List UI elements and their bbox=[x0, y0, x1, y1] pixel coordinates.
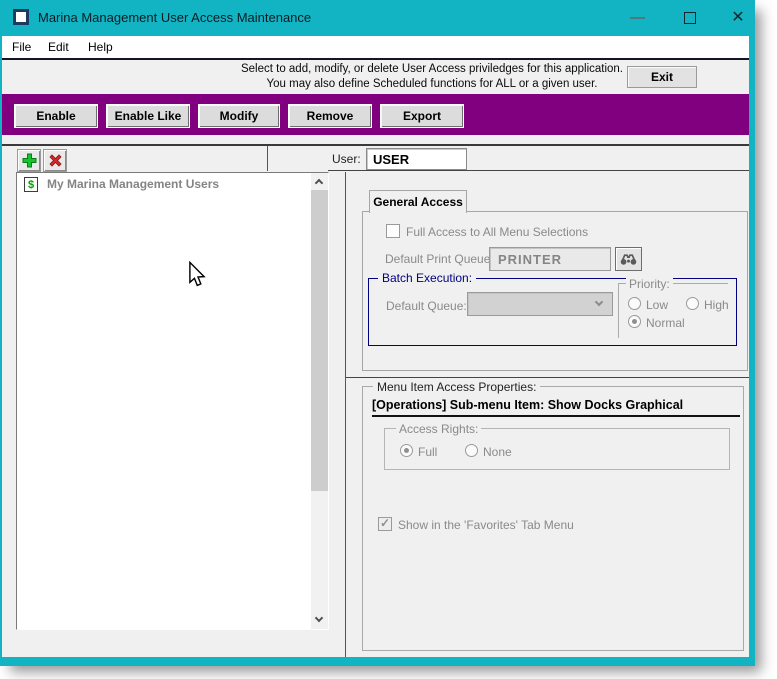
print-queue-field[interactable] bbox=[489, 247, 611, 271]
priority-normal-label: Normal bbox=[646, 316, 685, 330]
menu-file[interactable]: File bbox=[12, 36, 31, 58]
tree-item: $ My Marina Management Users bbox=[17, 176, 311, 194]
tree-item-label[interactable]: My Marina Management Users bbox=[47, 177, 219, 191]
binoculars-icon bbox=[620, 254, 637, 265]
titlebar[interactable]: Marina Management User Access Maintenanc… bbox=[0, 0, 755, 36]
app-icon bbox=[13, 9, 29, 25]
instruction-header: Select to add, modify, or delete User Ac… bbox=[2, 60, 749, 94]
user-tree: $ My Marina Management Users bbox=[16, 172, 329, 630]
priority-label: Priority: bbox=[626, 277, 673, 291]
header-underline bbox=[372, 415, 740, 417]
default-queue-dropdown[interactable] bbox=[467, 292, 613, 316]
full-access-checkbox[interactable]: ✓ bbox=[386, 224, 400, 238]
menu-bar: File Edit Help bbox=[2, 36, 749, 58]
screen: Marina Management User Access Maintenanc… bbox=[0, 0, 777, 679]
favorites-label: Show in the 'Favorites' Tab Menu bbox=[398, 518, 574, 532]
add-user-button[interactable] bbox=[17, 149, 41, 172]
divider bbox=[328, 170, 749, 171]
modify-button[interactable]: Modify bbox=[198, 104, 280, 128]
close-icon[interactable]: ✕ bbox=[728, 8, 748, 28]
chevron-down-icon bbox=[314, 613, 324, 623]
access-none-label: None bbox=[483, 445, 512, 459]
batch-execution-title: Batch Execution: bbox=[378, 271, 477, 285]
menu-edit[interactable]: Edit bbox=[48, 36, 69, 58]
access-rights-label: Access Rights: bbox=[396, 422, 482, 436]
minimize-icon[interactable] bbox=[630, 17, 645, 19]
full-access-label: Full Access to All Menu Selections bbox=[406, 225, 589, 239]
priority-low-label: Low bbox=[646, 298, 669, 312]
scroll-down-button[interactable] bbox=[311, 612, 328, 629]
tree-rows: $ My Marina Management Users bbox=[17, 173, 311, 629]
favorites-checkbox[interactable]: ✓ bbox=[378, 516, 392, 531]
remove-button[interactable]: Remove bbox=[288, 104, 372, 128]
user-field[interactable] bbox=[366, 148, 467, 170]
default-queue-label: Default Queue: bbox=[386, 299, 467, 313]
access-full-label: Full bbox=[418, 445, 438, 459]
panel-divider bbox=[345, 172, 346, 657]
exit-button[interactable]: Exit bbox=[627, 66, 697, 88]
priority-low-radio[interactable] bbox=[628, 297, 641, 310]
priority-high-radio[interactable] bbox=[686, 297, 699, 310]
export-button[interactable]: Export bbox=[380, 104, 464, 128]
divider bbox=[267, 146, 268, 171]
app-window: Marina Management User Access Maintenanc… bbox=[0, 0, 755, 666]
print-queue-label: Default Print Queue: bbox=[385, 252, 494, 266]
menu-help[interactable]: Help bbox=[88, 36, 113, 58]
enable-like-button[interactable]: Enable Like bbox=[106, 104, 190, 128]
user-field-label: User: bbox=[332, 152, 361, 166]
check-icon: ✓ bbox=[380, 516, 391, 530]
enable-button[interactable]: Enable bbox=[14, 104, 98, 128]
menu-item-props-header: [Operations] Sub-menu Item: Show Docks G… bbox=[372, 398, 684, 412]
priority-high-label: High bbox=[704, 298, 729, 312]
chevron-down-icon bbox=[594, 297, 604, 307]
scroll-up-button[interactable] bbox=[311, 173, 328, 190]
action-toolbar: Enable Enable Like Modify Remove Export bbox=[2, 94, 749, 135]
access-none-radio[interactable] bbox=[465, 444, 478, 457]
chevron-up-icon bbox=[314, 178, 324, 188]
plus-icon bbox=[22, 153, 36, 168]
find-queue-button[interactable] bbox=[615, 247, 642, 271]
maximize-icon[interactable] bbox=[684, 12, 696, 24]
divider bbox=[2, 144, 749, 146]
tab-general-access[interactable]: General Access bbox=[369, 190, 467, 213]
x-icon bbox=[48, 154, 62, 167]
window-title: Marina Management User Access Maintenanc… bbox=[38, 10, 312, 25]
priority-group-border bbox=[618, 283, 619, 338]
priority-normal-radio[interactable] bbox=[628, 315, 641, 328]
menu-item-props-title: Menu Item Access Properties: bbox=[373, 380, 541, 394]
mouse-cursor-icon bbox=[189, 261, 206, 287]
access-full-radio[interactable] bbox=[400, 444, 413, 457]
dollar-icon: $ bbox=[24, 177, 38, 192]
section-divider bbox=[346, 377, 749, 378]
tree-scrollbar[interactable] bbox=[311, 173, 328, 629]
delete-user-button[interactable] bbox=[43, 149, 67, 172]
scrollbar-thumb[interactable] bbox=[311, 190, 328, 491]
